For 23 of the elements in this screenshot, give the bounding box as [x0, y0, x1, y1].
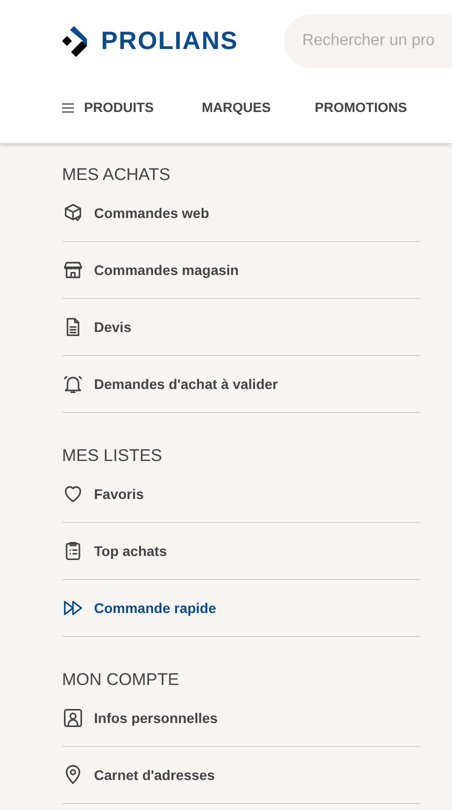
- menu-item[interactable]: Carnet d'adresses: [62, 747, 420, 804]
- package-icon: [62, 202, 84, 224]
- nav-link[interactable]: PRODUITS: [62, 100, 154, 115]
- menu-item[interactable]: Devis: [62, 299, 420, 356]
- logo-text[interactable]: PROLIANS: [101, 26, 238, 56]
- section-title: MON COMPTE: [62, 670, 180, 690]
- menu-item[interactable]: Commande rapide: [62, 580, 420, 637]
- menu-item[interactable]: Top achats: [62, 523, 420, 580]
- search-field[interactable]: Rechercher un pro: [284, 14, 452, 68]
- menu-item[interactable]: Favoris: [62, 466, 420, 523]
- menu-item[interactable]: Commandes web: [62, 185, 420, 242]
- menu-item[interactable]: Infos personnelles: [62, 690, 420, 747]
- bell-icon: [62, 373, 84, 395]
- nav-link[interactable]: PROMOTIONS: [314, 100, 408, 115]
- menu-item[interactable]: Demandes d'achat à valider: [62, 356, 420, 413]
- store-icon: [62, 259, 84, 281]
- heart-icon: [62, 483, 84, 505]
- section-title: MES LISTES: [62, 446, 164, 466]
- menu-item[interactable]: Commandes magasin: [62, 242, 420, 299]
- user-card-icon: [62, 707, 84, 729]
- section-title: MES ACHATS: [62, 165, 172, 185]
- nav-link[interactable]: MARQUES: [202, 100, 271, 115]
- logo-icon: [62, 26, 89, 56]
